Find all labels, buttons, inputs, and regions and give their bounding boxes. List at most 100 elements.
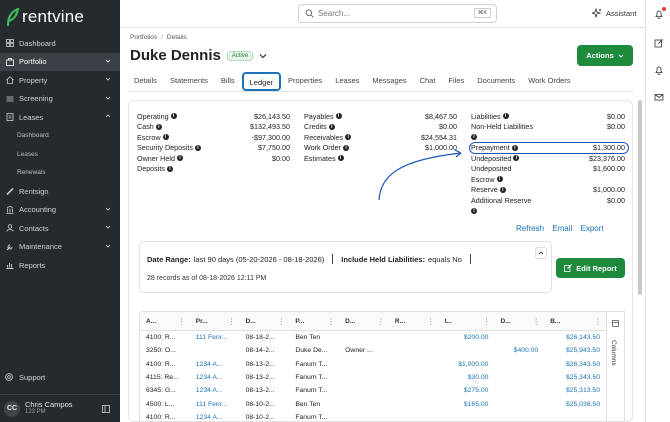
tab-documents[interactable]: Documents	[471, 72, 521, 91]
tab-details[interactable]: Details	[128, 72, 163, 91]
info-icon[interactable]: i	[513, 155, 520, 162]
column-menu-icon[interactable]: ⋮	[178, 317, 186, 326]
info-icon[interactable]: i	[343, 144, 350, 151]
tab-work-orders[interactable]: Work Orders	[522, 72, 576, 91]
column-header[interactable]: B... ⋮	[544, 312, 606, 330]
table-cell[interactable]	[494, 397, 544, 410]
table-row[interactable]: 4115: Re... 1234 A... 08-13-2... Fanum T...…	[140, 371, 606, 384]
column-menu-icon[interactable]: ⋮	[228, 317, 236, 326]
table-cell[interactable]: 1234 A...	[190, 371, 240, 384]
columns-panel-toggle[interactable]: Columns	[607, 311, 625, 422]
rentvine-logo[interactable]: rentvine	[6, 6, 84, 28]
table-cell[interactable]	[190, 344, 240, 357]
table-cell[interactable]: 111 Fenr...	[190, 331, 240, 344]
table-cell[interactable]: $200.00	[439, 331, 495, 344]
table-cell[interactable]	[494, 411, 544, 422]
alerts-button[interactable]	[654, 65, 664, 75]
info-icon[interactable]: i	[170, 113, 177, 120]
column-header[interactable]: A... ⋮	[140, 312, 190, 330]
table-cell[interactable]: 1234 A...	[190, 411, 240, 422]
table-cell[interactable]: $26,343.50	[544, 358, 606, 371]
table-cell[interactable]: 1234 A...	[190, 358, 240, 371]
column-header[interactable]: R... ⋮	[389, 312, 439, 330]
info-icon[interactable]: i	[496, 176, 503, 183]
chevron-down-icon[interactable]	[259, 52, 267, 60]
column-menu-icon[interactable]: ⋮	[277, 317, 285, 326]
table-row[interactable]: 4100: R... 1234 A... 08-13-2... Fanum T... $…	[140, 358, 606, 371]
column-header[interactable]: D... ⋮	[240, 312, 290, 330]
user-menu[interactable]: CC Chris Campos 123 PM	[0, 394, 120, 422]
table-cell[interactable]	[439, 411, 495, 422]
info-icon[interactable]: i	[337, 155, 344, 162]
sidebar-item-leases[interactable]: Leases	[0, 108, 120, 127]
refresh-link[interactable]: Refresh	[516, 224, 544, 233]
table-row[interactable]: 4500: L... 111 Fenr... 08-10-2... Ben Ten $1…	[140, 397, 606, 410]
table-row[interactable]: 3250: O... 08-14-2... Duke De... Owner ... $…	[140, 344, 606, 357]
column-header[interactable]: D... ⋮	[339, 312, 389, 330]
table-cell[interactable]: $400.00	[494, 344, 544, 357]
column-menu-icon[interactable]: ⋮	[427, 317, 435, 326]
column-menu-icon[interactable]: ⋮	[482, 317, 490, 326]
tab-leases[interactable]: Leases	[329, 72, 365, 91]
info-icon[interactable]: i	[166, 165, 173, 172]
sidebar-item-maintenance[interactable]: Maintenance	[0, 238, 120, 257]
info-icon[interactable]: i	[162, 134, 169, 141]
table-cell[interactable]	[494, 358, 544, 371]
table-cell[interactable]: $25,038.50	[544, 397, 606, 410]
table-row[interactable]: 4100: R... 1234 A... 08-10-2... Fanum T...	[140, 411, 606, 422]
info-icon[interactable]: i	[155, 123, 162, 130]
sidebar-item-reports[interactable]: Reports	[0, 256, 120, 275]
tab-ledger[interactable]: Ledger	[241, 72, 281, 91]
table-cell[interactable]: $30.00	[439, 371, 495, 384]
table-row[interactable]: 4100: R... 111 Fenr... 08-18-2... Ben Ten $2…	[140, 331, 606, 344]
column-header[interactable]: Pr... ⋮	[190, 312, 240, 330]
search-box[interactable]: ⌘K	[298, 4, 497, 23]
actions-button[interactable]: Actions	[577, 45, 633, 66]
breadcrumb-portfolios[interactable]: Portfolios	[130, 34, 157, 41]
edit-report-button[interactable]: Edit Report	[556, 258, 625, 278]
search-input[interactable]	[318, 9, 468, 18]
table-cell[interactable]: 111 Fenr...	[190, 397, 240, 410]
column-menu-icon[interactable]: ⋮	[532, 317, 540, 326]
table-cell[interactable]: $25,343.50	[544, 371, 606, 384]
sidebar-item-portfolio[interactable]: Portfolio	[0, 52, 120, 71]
sidebar-item-contacts[interactable]: Contacts	[0, 219, 120, 238]
info-icon[interactable]: i	[471, 207, 477, 214]
column-menu-icon[interactable]: ⋮	[594, 317, 602, 326]
info-icon[interactable]: i	[345, 134, 352, 141]
collapse-sidebar-icon[interactable]	[102, 405, 110, 413]
info-icon[interactable]: i	[499, 186, 506, 193]
sidebar-item-accounting[interactable]: Accounting	[0, 201, 120, 220]
sidebar-item-rentsign[interactable]: Rentsign	[0, 182, 120, 201]
column-menu-icon[interactable]: ⋮	[377, 317, 385, 326]
info-icon[interactable]: i	[335, 113, 342, 120]
column-header[interactable]: I... ⋮	[439, 312, 495, 330]
tab-chat[interactable]: Chat	[414, 72, 442, 91]
tab-messages[interactable]: Messages	[366, 72, 412, 91]
table-cell[interactable]	[544, 411, 606, 422]
tab-bills[interactable]: Bills	[215, 72, 241, 91]
column-header[interactable]: D... ⋮	[494, 312, 544, 330]
tab-files[interactable]: Files	[442, 72, 470, 91]
column-menu-icon[interactable]: ⋮	[327, 317, 335, 326]
compose-button[interactable]	[654, 38, 664, 48]
tab-properties[interactable]: Properties	[282, 72, 328, 91]
tab-statements[interactable]: Statements	[164, 72, 214, 91]
table-row[interactable]: 6345: G... 1234 A... 08-13-2... Fanum T... $…	[140, 384, 606, 397]
table-cell[interactable]: $25,943.50	[544, 344, 606, 357]
table-cell[interactable]: $1,000.00	[439, 358, 495, 371]
messages-button[interactable]	[654, 92, 664, 102]
sidebar-subitem-dashboard[interactable]: Dashboard	[0, 127, 120, 146]
table-cell[interactable]	[439, 344, 495, 357]
email-link[interactable]: Email	[552, 224, 572, 233]
sidebar-subitem-leases[interactable]: Leases	[0, 145, 120, 164]
info-icon[interactable]: i	[502, 113, 509, 120]
notifications-button[interactable]	[654, 7, 666, 19]
info-icon[interactable]: i	[471, 134, 477, 141]
table-cell[interactable]: $275.00	[439, 384, 495, 397]
assistant-button[interactable]: Assistant	[592, 8, 636, 18]
table-cell[interactable]: $165.00	[439, 397, 495, 410]
sidebar-item-dashboard[interactable]: Dashboard	[0, 34, 120, 53]
table-cell[interactable]	[494, 331, 544, 344]
info-icon[interactable]: i	[328, 123, 335, 130]
